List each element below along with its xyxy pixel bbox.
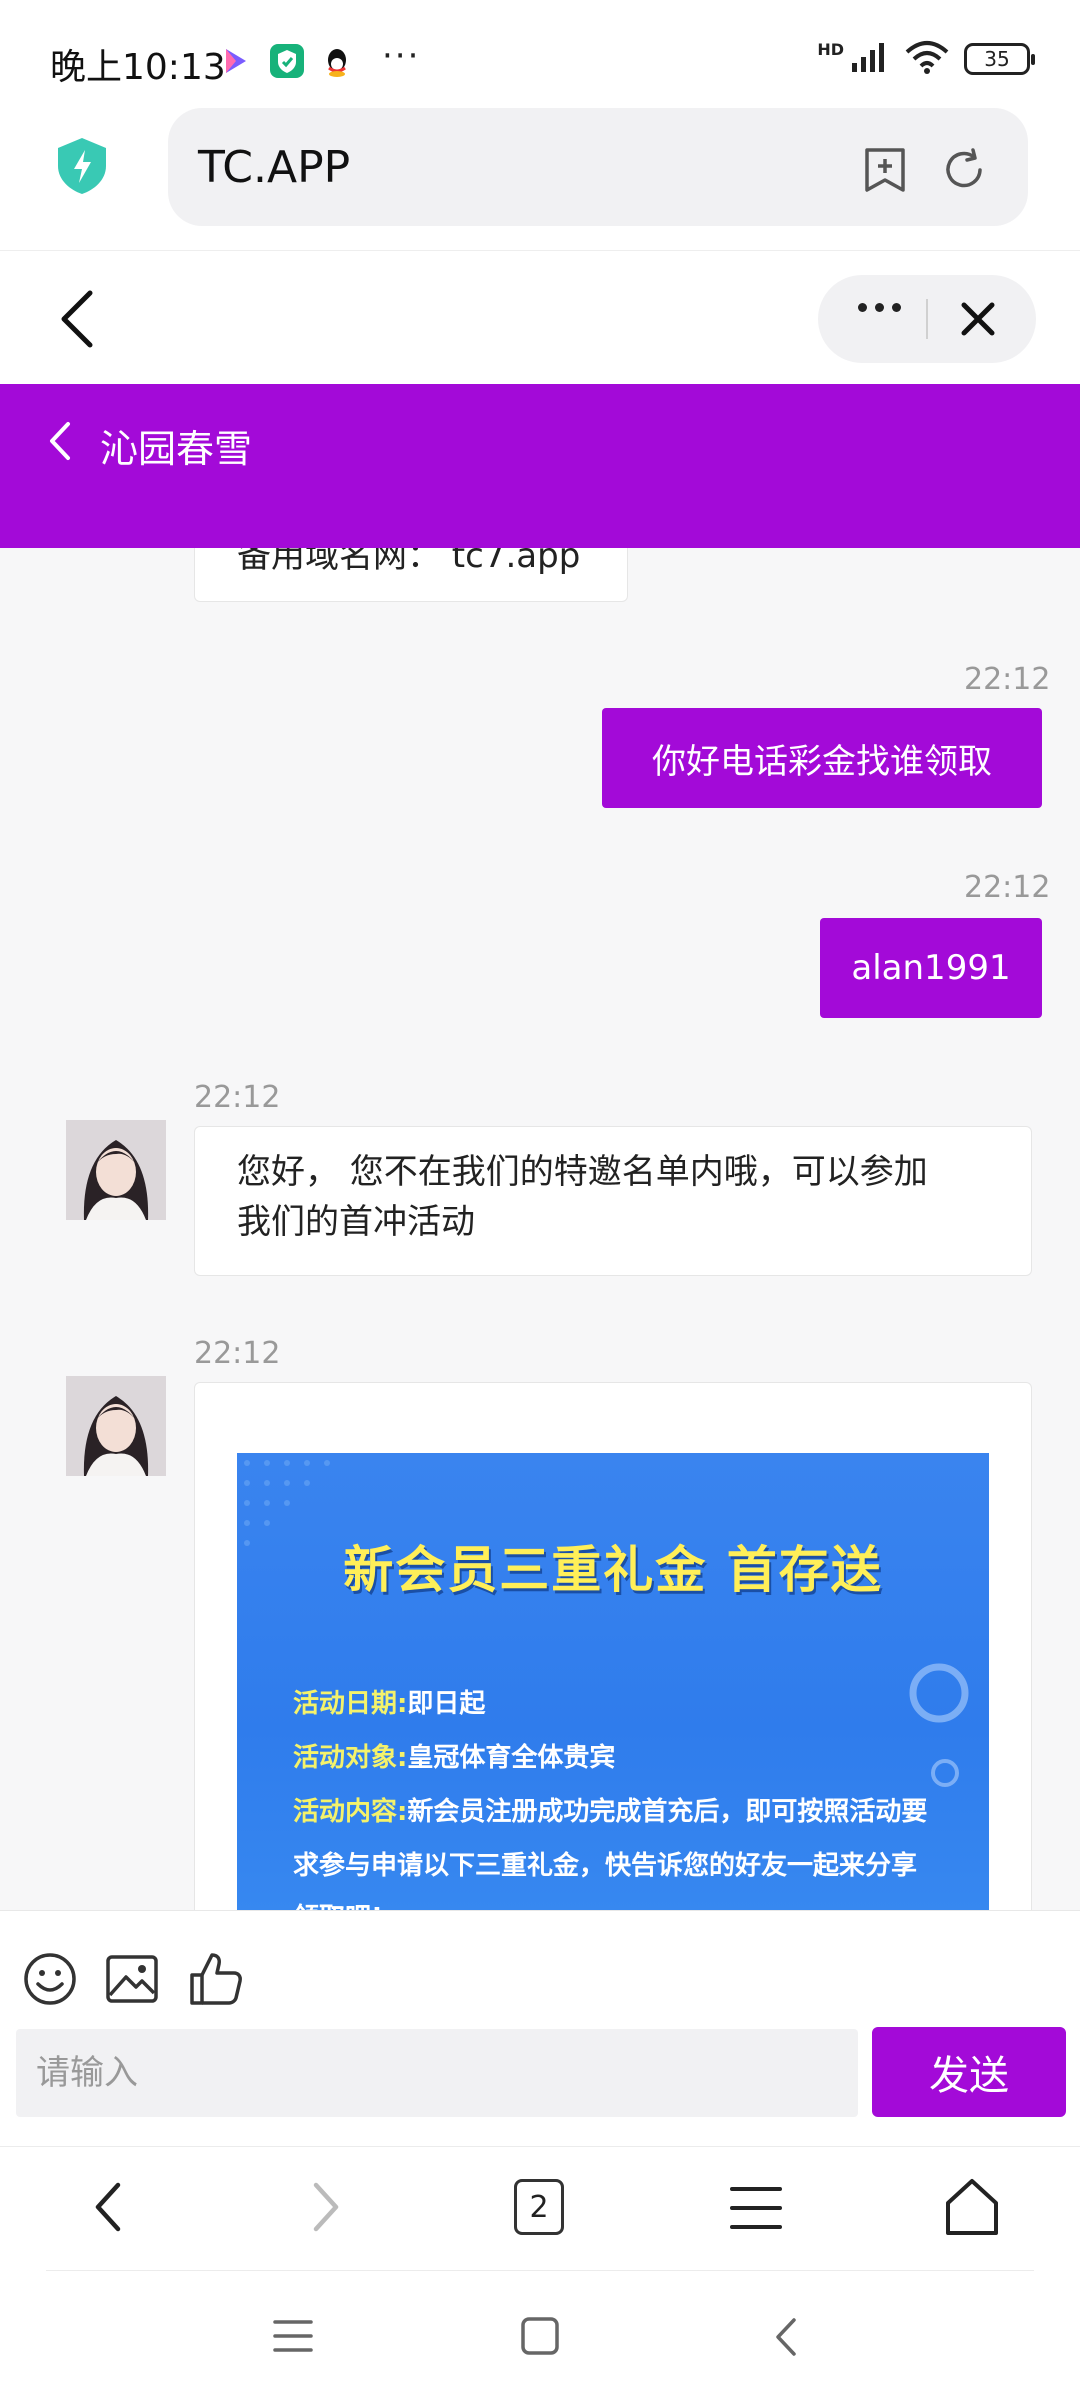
tab-count-button[interactable]: 2 xyxy=(514,2179,564,2235)
status-time: 晚上10:13 xyxy=(50,47,226,88)
promo-content-line: 活动内容:新会员注册成功完成首充后，即可按照活动要 xyxy=(293,1797,928,1827)
promo-content-line-2: 求参与申请以下三重礼金，快告诉您的好友一起来分享 xyxy=(293,1851,918,1881)
home-nav-icon[interactable] xyxy=(520,2316,560,2360)
video-app-icon xyxy=(218,44,252,78)
message-bubble: 备用域名网： tc7.app xyxy=(194,548,628,602)
promo-content-line-3: 领取吧! xyxy=(293,1893,383,1910)
image-icon[interactable] xyxy=(104,1951,160,2011)
shield-icon[interactable] xyxy=(54,136,110,200)
send-button[interactable]: 发送 xyxy=(872,2027,1066,2117)
thumbs-up-icon[interactable] xyxy=(188,1951,244,2011)
back-icon[interactable] xyxy=(58,289,98,353)
image-message-bubble: 新会员三重礼金 首存送 活动日期:即日起 活动对象:皇冠体育全体贵宾 活动内容:… xyxy=(194,1382,1032,1910)
message-bubble: alan1991 xyxy=(820,918,1042,1018)
promo-title: 新会员三重礼金 首存送 xyxy=(343,1541,883,1599)
message-time: 22:12 xyxy=(194,1336,281,1371)
status-bar: 晚上10:13 ··· HD 35 xyxy=(0,0,1080,100)
battery-icon: 35 xyxy=(964,43,1035,75)
capsule-divider xyxy=(926,299,928,339)
qq-icon xyxy=(320,44,354,78)
promo-date-line: 活动日期:即日起 xyxy=(293,1689,486,1719)
back-nav-icon[interactable] xyxy=(772,2316,802,2362)
message-bubble: 你好电话彩金找谁领取 xyxy=(602,708,1042,808)
security-app-icon xyxy=(270,44,304,78)
chat-back-icon[interactable] xyxy=(46,420,72,466)
divider xyxy=(46,2270,1034,2271)
message-text-line: 您好， 您不在我们的特邀名单内哦，可以参加 xyxy=(237,1152,928,1192)
close-icon[interactable] xyxy=(956,297,1000,345)
browser-bottom-bar: 2 xyxy=(0,2146,1080,2270)
more-notifications-icon: ··· xyxy=(382,36,421,76)
home-icon[interactable] xyxy=(942,2177,1002,2241)
chat-title: 沁园春雪 xyxy=(100,427,253,471)
hd-label: HD xyxy=(817,39,844,59)
webview-header xyxy=(0,250,1080,384)
message-text: 备用域名网： tc7.app xyxy=(237,548,581,576)
agent-avatar[interactable] xyxy=(66,1376,166,1476)
message-time: 22:12 xyxy=(194,1080,281,1115)
menu-icon[interactable] xyxy=(728,2183,784,2237)
battery-level: 35 xyxy=(984,47,1010,71)
message-time: 22:12 xyxy=(964,662,1051,697)
mini-program-capsule xyxy=(818,275,1036,363)
refresh-icon[interactable] xyxy=(940,146,988,198)
add-bookmark-icon[interactable] xyxy=(862,146,908,198)
recents-icon[interactable] xyxy=(272,2316,314,2360)
agent-avatar[interactable] xyxy=(66,1120,166,1220)
signal-icon xyxy=(850,41,890,77)
promo-image[interactable]: 新会员三重礼金 首存送 活动日期:即日起 活动对象:皇冠体育全体贵宾 活动内容:… xyxy=(237,1453,989,1910)
wifi-icon xyxy=(904,40,950,78)
message-text: 你好电话彩金找谁领取 xyxy=(652,741,992,782)
browser-back-icon[interactable] xyxy=(88,2177,128,2241)
browser-forward-icon[interactable] xyxy=(306,2177,346,2241)
address-bar[interactable]: TC.APP xyxy=(168,108,1028,226)
system-navigation-bar xyxy=(0,2270,1080,2400)
message-text-line: 我们的首冲活动 xyxy=(237,1202,475,1242)
url-text[interactable]: TC.APP xyxy=(198,142,350,193)
browser-url-bar: TC.APP xyxy=(0,100,1080,250)
chat-header: 沁园春雪 xyxy=(0,384,1080,548)
message-time: 22:12 xyxy=(964,870,1051,905)
message-bubble: 您好， 您不在我们的特邀名单内哦，可以参加 我们的首冲活动 xyxy=(194,1126,1032,1276)
emoji-icon[interactable] xyxy=(22,1951,78,2011)
promo-target-line: 活动对象:皇冠体育全体贵宾 xyxy=(293,1743,616,1773)
message-list[interactable]: 备用域名网： tc7.app 22:12 你好电话彩金找谁领取 22:12 al… xyxy=(0,548,1080,1910)
message-text: alan1991 xyxy=(851,948,1011,988)
message-input[interactable] xyxy=(16,2029,858,2117)
more-options-icon[interactable] xyxy=(858,303,901,312)
ring-decoration xyxy=(909,1663,969,1787)
chat-input-area: 发送 xyxy=(0,1910,1080,2146)
